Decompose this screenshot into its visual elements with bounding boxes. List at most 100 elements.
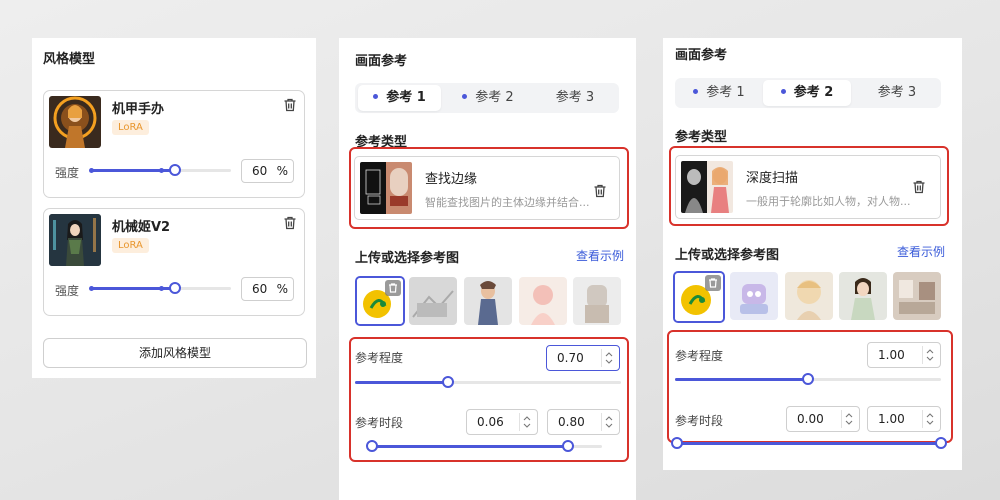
spinner-icon[interactable] — [922, 410, 936, 428]
spinner-icon[interactable] — [601, 349, 615, 367]
spinner-icon[interactable] — [601, 413, 615, 431]
tab-reference-2[interactable]: 参考 2 — [445, 83, 531, 113]
strength-value: 60 — [252, 282, 268, 296]
upload-reference-label: 上传或选择参考图 — [355, 251, 460, 266]
model-thumbnail — [49, 96, 101, 148]
reference-degree-label: 参考程度 — [675, 349, 724, 363]
tab-dot-icon — [373, 94, 379, 99]
tab-reference-1[interactable]: 参考 1 — [677, 78, 761, 108]
slider-fill — [677, 442, 941, 445]
image-reference-panel: 画面参考 参考 1 参考 2 参考 3 参考类型 深度扫描 一般用于轮廓比如人物… — [663, 38, 962, 470]
strength-label: 强度 — [55, 166, 80, 180]
period-end-input[interactable]: 1.00 — [867, 406, 941, 432]
reference-degree-slider[interactable] — [355, 375, 621, 389]
model-thumbnail — [49, 214, 101, 266]
spinner-icon[interactable] — [841, 410, 855, 428]
tab-label: 参考 2 — [475, 90, 514, 105]
slider-tick — [89, 168, 94, 173]
period-end-value: 0.80 — [558, 415, 585, 429]
trash-icon[interactable] — [705, 275, 721, 291]
slider-handle-start[interactable] — [366, 440, 378, 452]
upload-reference-label: 上传或选择参考图 — [675, 248, 780, 263]
slider-handle-end[interactable] — [935, 437, 947, 449]
strength-input[interactable]: 60 % — [241, 159, 294, 183]
slider-handle[interactable] — [442, 376, 455, 388]
slider-fill — [675, 378, 808, 381]
tab-reference-2[interactable]: 参考 2 — [763, 80, 851, 106]
style-model-panel: 风格模型 机甲手办 LoRA 强度 60 % 机械姬V2 LoRA 强度 60 … — [32, 38, 316, 378]
reference-image-option[interactable] — [464, 277, 512, 325]
reference-image-selected[interactable] — [355, 276, 405, 326]
spinner-icon[interactable] — [922, 346, 936, 364]
reference-period-slider[interactable] — [366, 439, 602, 453]
reference-period-label: 参考时段 — [355, 416, 404, 430]
percent-unit: % — [276, 282, 288, 296]
reference-degree-input[interactable]: 1.00 — [867, 342, 941, 368]
image-reference-panel: 画面参考 参考 1 参考 2 参考 3 参考类型 查找边缘 智能查找图片的主体边… — [339, 38, 636, 500]
slider-handle-start[interactable] — [671, 437, 683, 449]
reference-image-selected[interactable] — [673, 271, 725, 323]
model-card[interactable]: 机械姬V2 LoRA 强度 60 % — [43, 208, 305, 316]
trash-icon[interactable] — [282, 97, 298, 113]
reference-degree-value: 1.00 — [878, 348, 905, 362]
reference-image-option[interactable] — [839, 272, 887, 320]
tab-dot-icon — [780, 89, 786, 94]
reference-period-slider[interactable] — [671, 436, 947, 450]
lora-badge: LoRA — [112, 238, 149, 253]
slider-handle[interactable] — [802, 373, 814, 385]
period-start-input[interactable]: 0.00 — [786, 406, 860, 432]
view-example-link[interactable]: 查看示例 — [576, 247, 624, 264]
strength-value: 60 — [252, 164, 268, 178]
model-card[interactable]: 机甲手办 LoRA 强度 60 % — [43, 90, 305, 198]
reference-image-option[interactable] — [893, 272, 941, 320]
reference-image-option[interactable] — [573, 277, 621, 325]
tab-label: 参考 1 — [386, 90, 426, 105]
panel-title: 画面参考 — [355, 54, 408, 69]
slider-tick — [159, 168, 164, 173]
trash-icon[interactable] — [385, 280, 401, 296]
tab-label: 参考 2 — [793, 85, 834, 100]
reference-type-label: 参考类型 — [675, 130, 728, 145]
strength-slider[interactable] — [89, 281, 231, 295]
slider-fill — [355, 381, 449, 384]
reference-degree-value: 0.70 — [557, 351, 584, 365]
panel-title: 画面参考 — [675, 48, 728, 63]
percent-unit: % — [276, 164, 288, 178]
reference-degree-slider[interactable] — [675, 372, 941, 386]
spinner-icon[interactable] — [519, 413, 533, 431]
tab-reference-3[interactable]: 参考 3 — [533, 83, 617, 113]
reference-image-option[interactable] — [730, 272, 778, 320]
slider-handle[interactable] — [169, 164, 181, 176]
model-name: 机械姬V2 — [112, 220, 171, 235]
period-start-input[interactable]: 0.06 — [466, 409, 538, 435]
lora-badge: LoRA — [112, 120, 149, 135]
tab-dot-icon — [693, 89, 699, 94]
add-style-model-button[interactable]: 添加风格模型 — [43, 338, 307, 368]
tab-reference-3[interactable]: 参考 3 — [855, 78, 939, 108]
reference-period-label: 参考时段 — [675, 414, 724, 428]
view-example-link[interactable]: 查看示例 — [897, 243, 945, 260]
tab-reference-1[interactable]: 参考 1 — [358, 85, 441, 111]
period-end-input[interactable]: 0.80 — [547, 409, 620, 435]
strength-slider[interactable] — [89, 163, 231, 177]
period-start-value: 0.06 — [477, 415, 504, 429]
slider-handle[interactable] — [169, 282, 181, 294]
period-start-value: 0.00 — [797, 412, 824, 426]
period-end-value: 1.00 — [878, 412, 905, 426]
slider-fill — [372, 445, 568, 448]
highlight-box — [669, 146, 949, 226]
strength-label: 强度 — [55, 284, 80, 298]
slider-handle-end[interactable] — [561, 440, 574, 452]
reference-degree-label: 参考程度 — [355, 351, 404, 365]
tab-dot-icon — [462, 94, 468, 99]
model-name: 机甲手办 — [112, 102, 165, 117]
strength-input[interactable]: 60 % — [241, 277, 294, 301]
tab-label: 参考 3 — [555, 90, 595, 105]
trash-icon[interactable] — [282, 215, 298, 231]
slider-tick — [89, 286, 94, 291]
reference-image-option[interactable] — [409, 277, 457, 325]
reference-degree-input[interactable]: 0.70 — [546, 345, 620, 371]
reference-image-option[interactable] — [519, 277, 567, 325]
reference-image-option[interactable] — [785, 272, 833, 320]
tab-label: 参考 1 — [706, 85, 745, 100]
